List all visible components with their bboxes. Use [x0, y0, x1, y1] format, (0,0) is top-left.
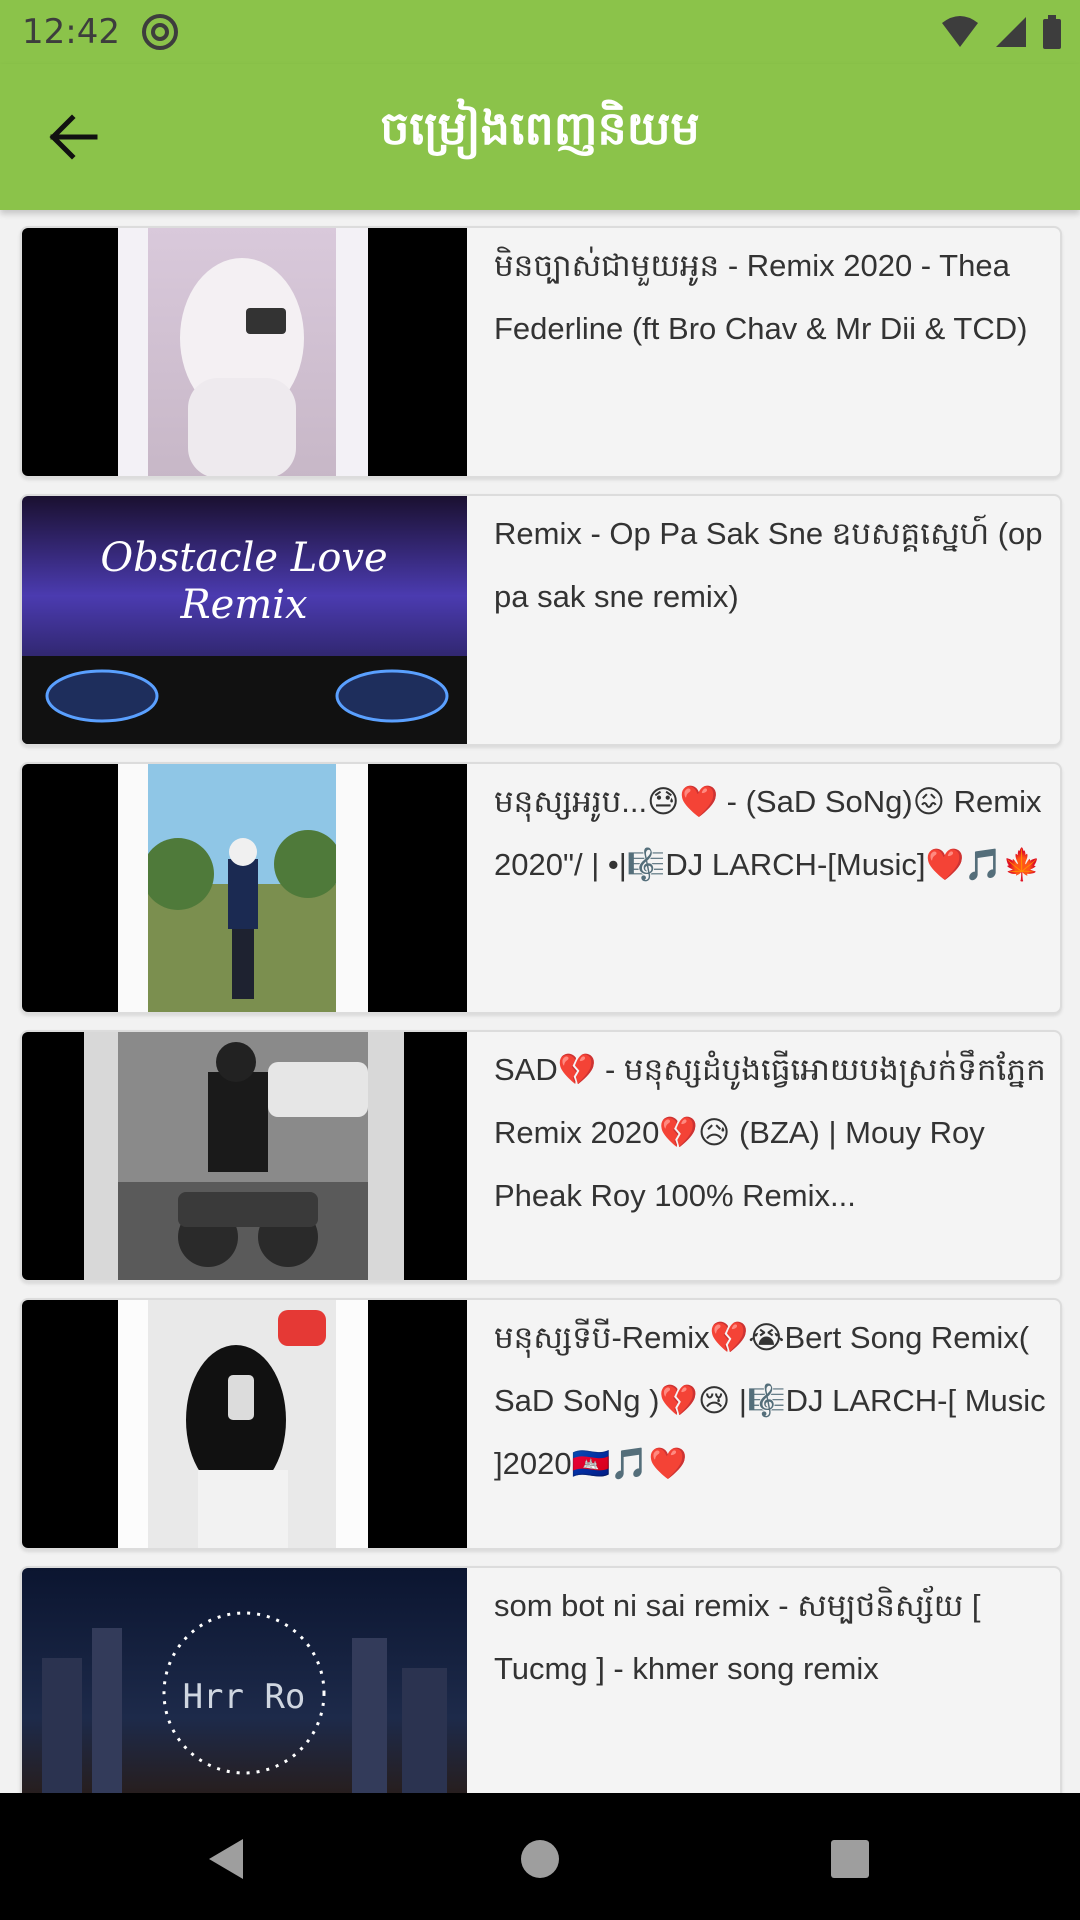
circle-home-icon: [521, 1840, 559, 1878]
system-nav-bar: [0, 1793, 1080, 1920]
square-recents-icon: [831, 1840, 869, 1878]
app-bar: ចម្រៀងពេញនិយម: [0, 64, 1080, 210]
thumbnail-image: [118, 1032, 368, 1280]
song-card[interactable]: មិនច្បាស់ជាមួយអូន - Remix 2020 - Thea Fe…: [20, 226, 1062, 478]
song-thumbnail: [22, 228, 467, 476]
song-card[interactable]: Hrr Ro som bot ni sai remix - សម្បថនិស្ស…: [20, 1566, 1062, 1818]
thumbnail-image: [180, 258, 304, 476]
status-time: 12:42: [22, 12, 120, 52]
song-thumbnail: Obstacle Love Remix: [22, 496, 467, 744]
thumbnail-text: Hrr Ro: [183, 1677, 306, 1717]
song-card[interactable]: មនុស្សអរូប...😓❤️ - (SaD SoNg)😖 Remix 202…: [20, 762, 1062, 1014]
cell-signal-icon: [996, 17, 1026, 47]
battery-icon: [1043, 15, 1061, 49]
thumbnail-text-line2: Remix: [179, 582, 307, 628]
thumbnail-image: [148, 1300, 336, 1548]
page-title: ចម្រៀងពេញនិយម: [380, 101, 700, 155]
song-thumbnail: [22, 1300, 467, 1548]
thumbnail-text-line1: Obstacle Love: [100, 535, 387, 581]
song-thumbnail: Hrr Ro: [22, 1568, 467, 1816]
song-card[interactable]: Obstacle Love Remix Remix - Op Pa Sak Sn…: [20, 494, 1062, 746]
nav-back-button[interactable]: [195, 1829, 255, 1889]
thumbnail-image: [148, 764, 336, 1012]
song-thumbnail: [22, 1032, 467, 1280]
song-card[interactable]: SAD💔 - មនុស្សដំបូងធ្វើអោយបងស្រក់ទឹកភ្នែក…: [20, 1030, 1062, 1282]
song-title: មិនច្បាស់ជាមួយអូន - Remix 2020 - Thea Fe…: [494, 248, 1028, 346]
triangle-back-icon: [209, 1839, 243, 1879]
song-title: Remix - Op Pa Sak Sne ឧបសគ្គស្នេហ៍ (op p…: [494, 516, 1043, 614]
song-title: som bot ni sai remix - សម្បថនិស្ស័យ [ Tu…: [494, 1588, 981, 1686]
at-sign-icon: [142, 14, 178, 50]
song-thumbnail: [22, 764, 467, 1012]
song-title: មនុស្សអរូប...😓❤️ - (SaD SoNg)😖 Remix 202…: [494, 784, 1042, 882]
status-bar: 12:42: [0, 0, 1080, 64]
wifi-icon: [942, 16, 978, 47]
nav-home-button[interactable]: [510, 1829, 570, 1889]
thumbnail-image: Obstacle Love Remix: [22, 535, 467, 744]
status-icons: [940, 12, 1062, 52]
song-title: SAD💔 - មនុស្សដំបូងធ្វើអោយបងស្រក់ទឹកភ្នែក…: [494, 1052, 1046, 1213]
song-title: មនុស្សទីបី-Remix💔😭Bert Song Remix( SaD S…: [494, 1320, 1046, 1481]
thumbnail-image: Hrr Ro: [42, 1611, 447, 1816]
nav-recents-button[interactable]: [820, 1829, 880, 1889]
song-card[interactable]: មនុស្សទីបី-Remix💔😭Bert Song Remix( SaD S…: [20, 1298, 1062, 1550]
